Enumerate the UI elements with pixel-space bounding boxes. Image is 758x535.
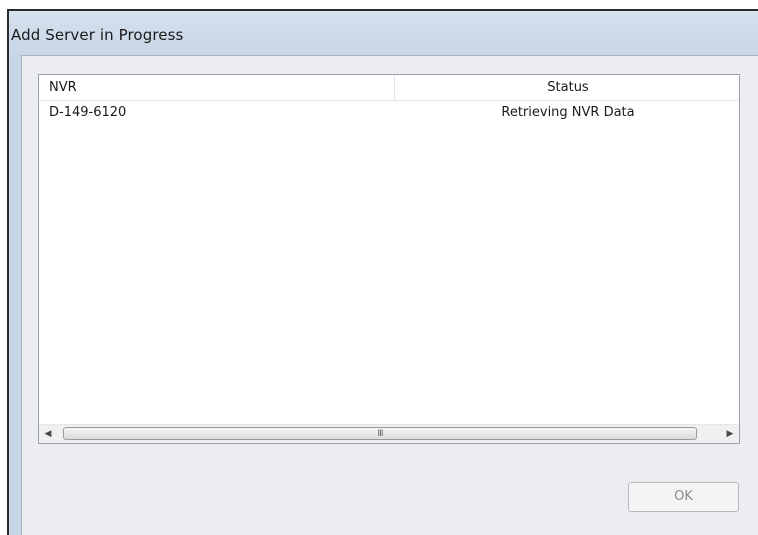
table-row[interactable]: D-149-6120 Retrieving NVR Data — [39, 100, 739, 126]
cell-nvr: D-149-6120 — [49, 105, 127, 120]
column-header-nvr[interactable]: NVR — [49, 75, 77, 100]
nvr-list-view[interactable]: NVR Status D-149-6120 Retrieving NVR Dat… — [38, 74, 740, 444]
horizontal-scrollbar[interactable]: ◀ III ▶ — [39, 424, 739, 443]
scroll-thumb[interactable]: III — [63, 427, 697, 440]
title-bar: Add Server in Progress — [9, 11, 758, 53]
scroll-left-arrow-icon[interactable]: ◀ — [39, 425, 57, 443]
ok-button[interactable]: OK — [628, 482, 739, 512]
cell-status: Retrieving NVR Data — [501, 105, 635, 120]
dialog-body: NVR Status D-149-6120 Retrieving NVR Dat… — [21, 55, 758, 535]
column-header-status[interactable]: Status — [395, 75, 741, 100]
background — [0, 0, 758, 9]
scroll-grip-icon: III — [377, 429, 384, 439]
dialog-window: Add Server in Progress NVR Status D-149-… — [7, 9, 758, 535]
dialog-title: Add Server in Progress — [11, 26, 184, 44]
list-header: NVR Status — [39, 75, 739, 101]
scroll-right-arrow-icon[interactable]: ▶ — [721, 425, 739, 443]
